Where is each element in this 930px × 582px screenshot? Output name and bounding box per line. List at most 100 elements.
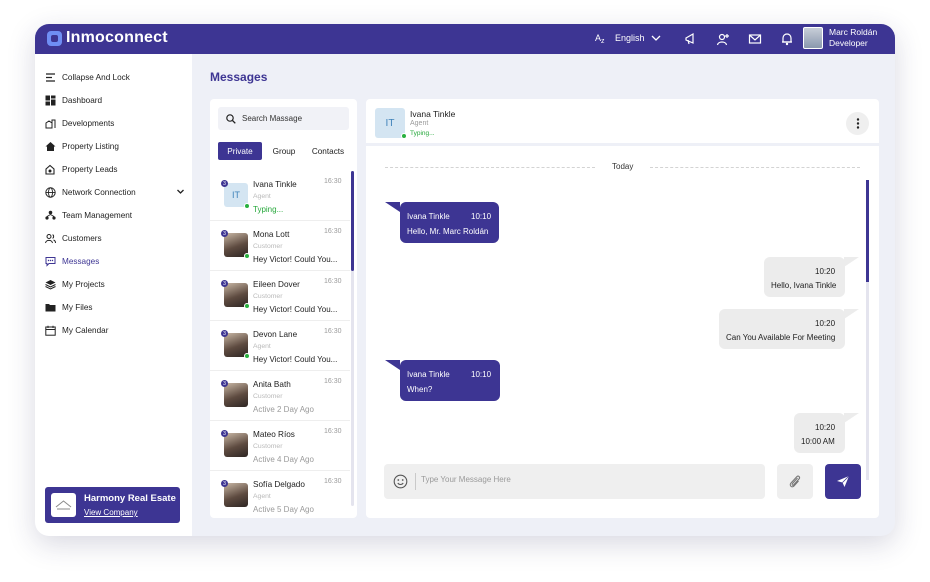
contact-preview: Hey Victor! Could You... <box>253 255 338 264</box>
sidebar-item-messages[interactable]: Messages <box>45 256 185 267</box>
contact-preview: Hey Victor! Could You... <box>253 305 338 314</box>
sidebar-item-dashboard[interactable]: Dashboard <box>45 95 185 106</box>
language-label: English <box>615 33 645 43</box>
unread-badge: 3 <box>221 330 228 337</box>
sidebar-item-team-management[interactable]: Team Management <box>45 210 185 221</box>
list-item[interactable]: 3 Anita Bath Customer Active 2 Day Ago 1… <box>210 371 350 421</box>
bubble-tail <box>844 309 859 319</box>
list-item[interactable]: 3 Mateo Ríos Customer Active 4 Day Ago 1… <box>210 421 350 471</box>
contact-role: Customer <box>253 393 283 400</box>
list-item[interactable]: 3 Devon Lane Agent Hey Victor! Could You… <box>210 321 350 371</box>
chat-contact-status: Typing... <box>410 130 435 137</box>
sidebar-item-my-calendar[interactable]: My Calendar <box>45 325 185 336</box>
sidebar-item-customers[interactable]: Customers <box>45 233 185 244</box>
list-item[interactable]: 3 Sofía Delgado Agent Active 5 Day Ago 1… <box>210 471 350 518</box>
contact-time: 16:30 <box>324 278 342 285</box>
message-composer[interactable]: Type Your Message Here <box>384 464 765 499</box>
online-indicator <box>244 303 250 309</box>
divider <box>650 167 860 168</box>
sidebar-item-my-files[interactable]: My Files <box>45 302 185 313</box>
sidebar-item-label: Dashboard <box>62 96 103 105</box>
message-time: 10:20 <box>815 267 836 276</box>
attach-button[interactable] <box>777 464 813 499</box>
list-item[interactable]: 3 Mona Lott Customer Hey Victor! Could Y… <box>210 221 350 271</box>
contact-role: Customer <box>253 293 283 300</box>
mail-icon[interactable] <box>747 31 763 47</box>
message-text: Hello, Mr. Marc Roldán <box>407 227 489 236</box>
language-selector[interactable]: Az English <box>595 32 661 44</box>
tab-contacts[interactable]: Contacts <box>306 142 350 160</box>
message-text: 10:00 AM <box>801 437 835 446</box>
company-logo <box>51 493 76 517</box>
divider <box>385 167 595 168</box>
message-bubble-outgoing: 10:20 Hello, Ivana Tinkle <box>764 257 845 297</box>
bubble-tail <box>844 413 859 423</box>
add-user-icon[interactable] <box>715 31 731 47</box>
chevron-down-icon[interactable] <box>176 187 185 198</box>
online-indicator <box>401 133 407 139</box>
app-window: Inmoconnect Az English Marc Roldán Devel… <box>35 24 895 536</box>
contact-time: 16:30 <box>324 478 342 485</box>
search-placeholder: Search Massage <box>242 114 303 123</box>
sidebar-item-property-listing[interactable]: Property Listing <box>45 141 185 152</box>
customers-icon <box>45 233 56 244</box>
sidebar-item-my-projects[interactable]: My Projects <box>45 279 185 290</box>
contact-time: 16:30 <box>324 428 342 435</box>
sidebar-item-developments[interactable]: Developments <box>45 118 185 129</box>
top-bar: Inmoconnect Az English Marc Roldán Devel… <box>35 24 895 54</box>
view-company-link[interactable]: View Company <box>84 508 138 517</box>
translate-icon: Az <box>595 33 605 44</box>
svg-text:z: z <box>601 38 605 44</box>
sidebar-item-network-connection[interactable]: Network Connection <box>45 187 185 198</box>
sidebar-item-label: Developments <box>62 119 115 128</box>
list-scrollbar-thumb[interactable] <box>351 171 354 271</box>
bell-icon[interactable] <box>779 31 795 47</box>
sidebar-item-label: My Files <box>62 303 93 312</box>
chat-scrollbar-thumb[interactable] <box>866 180 869 282</box>
user-menu[interactable]: Marc Roldán Developer <box>803 27 877 49</box>
user-name: Marc Roldán <box>829 27 878 37</box>
bubble-tail <box>385 360 400 370</box>
bubble-tail <box>844 257 859 267</box>
megaphone-icon[interactable] <box>683 31 699 47</box>
send-button[interactable] <box>825 464 861 499</box>
avatar <box>224 483 248 507</box>
message-text: Hello, Ivana Tinkle <box>771 281 837 290</box>
contact-name: Eileen Dover <box>253 280 300 289</box>
contact-preview: Active 2 Day Ago <box>253 405 314 414</box>
company-card[interactable]: Harmony Real Esate View Company <box>45 487 180 523</box>
buildings-icon <box>45 118 56 129</box>
app-name: Inmoconnect <box>66 29 168 46</box>
search-input[interactable]: Search Massage <box>218 107 349 130</box>
contact-name: Anita Bath <box>253 380 291 389</box>
unread-badge: 3 <box>221 430 228 437</box>
dashboard-icon <box>45 95 56 106</box>
list-item[interactable]: 3 Eileen Dover Customer Hey Victor! Coul… <box>210 271 350 321</box>
sidebar-item-collapse-and-lock[interactable]: Collapse And Lock <box>45 72 185 83</box>
contact-preview: Active 4 Day Ago <box>253 455 314 464</box>
avatar <box>224 383 248 407</box>
list-item[interactable]: IT 3 Ivana Tinkle Agent Typing... 16:30 <box>210 171 350 221</box>
app-logo[interactable]: Inmoconnect <box>47 29 168 47</box>
online-indicator <box>244 203 250 209</box>
emoji-icon[interactable] <box>393 474 408 489</box>
divider <box>415 473 416 490</box>
online-indicator <box>244 353 250 359</box>
sidebar-item-label: Property Listing <box>62 142 119 151</box>
more-options-button[interactable] <box>846 112 869 135</box>
contact-name: Devon Lane <box>253 330 298 339</box>
message-input[interactable]: Type Your Message Here <box>421 475 511 484</box>
unread-badge: 3 <box>221 480 228 487</box>
sidebar-item-property-leads[interactable]: Property Leads <box>45 164 185 175</box>
tab-private[interactable]: Private <box>218 142 262 160</box>
sidebar-item-label: Customers <box>62 234 102 243</box>
contact-role: Agent <box>253 493 271 500</box>
tab-group[interactable]: Group <box>262 142 306 160</box>
chat-contact-role: Agent <box>410 120 429 127</box>
sidebar-item-label: Property Leads <box>62 165 118 174</box>
folder-icon <box>45 302 56 313</box>
chat-panel: IT Ivana Tinkle Agent Typing... Today Iv… <box>366 99 879 518</box>
contact-name: Sofía Delgado <box>253 480 305 489</box>
contact-time: 16:30 <box>324 378 342 385</box>
message-text: Can You Available For Meeting <box>726 333 836 342</box>
